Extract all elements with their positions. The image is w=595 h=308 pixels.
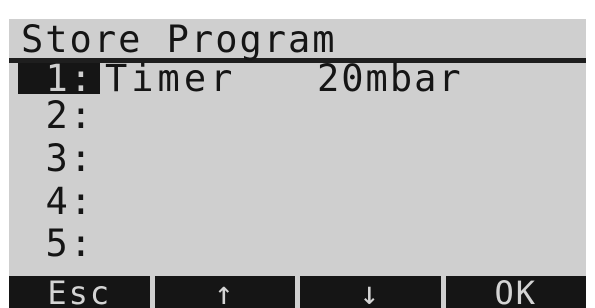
slot-number: 3: bbox=[45, 137, 94, 180]
program-value: 20mbar bbox=[317, 57, 463, 100]
screen-title: Store Program bbox=[21, 19, 337, 61]
program-slot-1[interactable]: 1: Timer 20mbar bbox=[9, 57, 586, 100]
slot-number: 5: bbox=[45, 222, 94, 265]
program-slot-2[interactable]: 2: bbox=[9, 94, 586, 137]
slot-number: 4: bbox=[45, 180, 94, 223]
device-bezel: Store Program 1: Timer 20mbar 2: 3: 4: 5… bbox=[0, 0, 595, 308]
down-arrow-softkey[interactable]: ↓ bbox=[300, 276, 441, 308]
softkey-bar: Esc ↑ ↓ OK bbox=[9, 276, 586, 308]
slot-number: 2: bbox=[45, 94, 94, 137]
ok-softkey[interactable]: OK bbox=[445, 276, 586, 308]
program-name: Timer bbox=[105, 57, 237, 100]
program-slot-4[interactable]: 4: bbox=[9, 180, 586, 223]
program-slot-5[interactable]: 5: bbox=[9, 222, 586, 265]
esc-softkey[interactable]: Esc bbox=[9, 276, 150, 308]
lcd-screen: Store Program 1: Timer 20mbar 2: 3: 4: 5… bbox=[9, 19, 586, 308]
slot-number-selected: 1: bbox=[18, 60, 100, 97]
up-arrow-softkey[interactable]: ↑ bbox=[154, 276, 295, 308]
title-bar: Store Program bbox=[9, 19, 586, 63]
program-slot-3[interactable]: 3: bbox=[9, 137, 586, 180]
